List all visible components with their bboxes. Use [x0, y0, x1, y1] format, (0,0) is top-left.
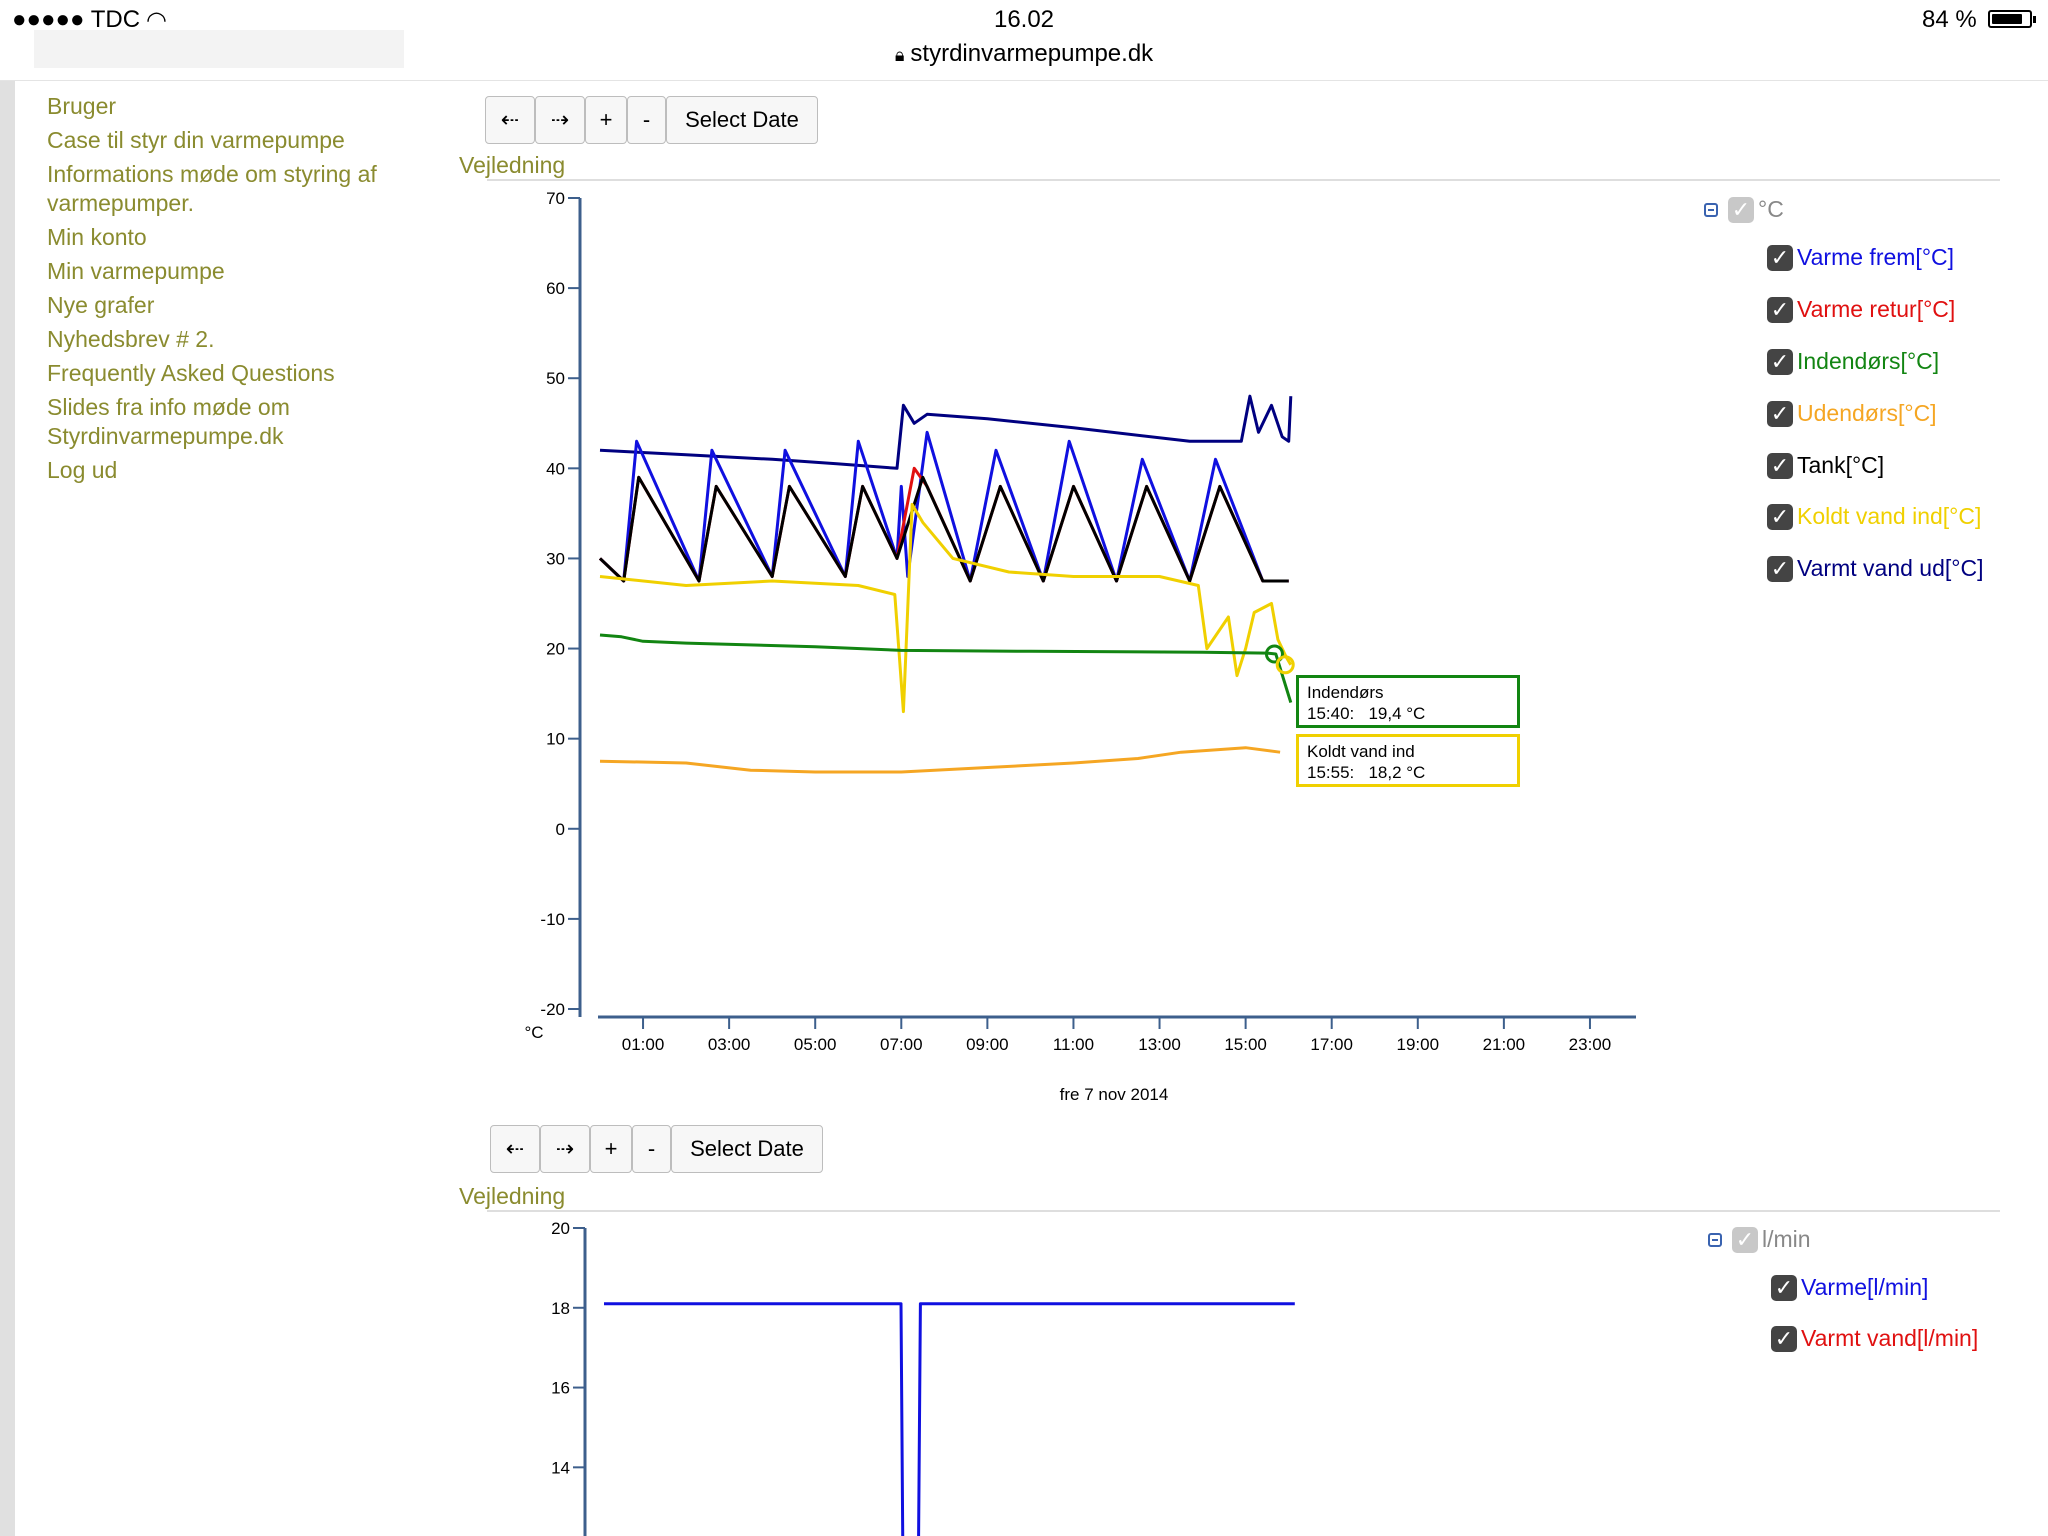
y-tick-label: -20	[540, 1000, 565, 1019]
legend-label: Koldt vand ind[°C]	[1797, 503, 1982, 529]
browser-status-bar: ●●●●● TDC ◠ 16.02 🔒︎ styrdinvarmepumpe.dk…	[0, 0, 2048, 81]
legend-item-varmt-vand-ud[interactable]: ✓ Varmt vand ud[°C]	[1767, 555, 1983, 582]
y-tick-label-2: 20	[551, 1219, 570, 1238]
y-tick-label-2: 16	[551, 1379, 570, 1398]
select-date-button-2[interactable]: Select Date	[671, 1125, 823, 1173]
x-axis-label: fre 7 nov 2014	[1060, 1085, 1169, 1104]
zoom-in-button-2[interactable]: +	[590, 1125, 632, 1173]
legend-item-varme-lmin[interactable]: ✓ Varme[l/min]	[1771, 1274, 1928, 1301]
zoom-out-button-2[interactable]: -	[632, 1125, 671, 1173]
series-line-udendørs-c	[599, 746, 1281, 774]
legend-item-varme-retur[interactable]: ✓ Varme retur[°C]	[1767, 296, 1955, 323]
collapse-icon[interactable]	[1708, 1232, 1722, 1247]
battery-percentage: 84 %	[1922, 6, 1977, 33]
y-tick-label: 10	[546, 730, 565, 749]
legend-label: Indendørs[°C]	[1797, 348, 1940, 374]
checkbox-icon[interactable]: ✓	[1767, 452, 1793, 479]
legend-label: Varme retur[°C]	[1797, 296, 1956, 322]
y-tick-label: -10	[540, 910, 565, 929]
legend-group-label: °C	[1758, 196, 1784, 222]
next-period-button-2[interactable]: ⇢	[540, 1125, 590, 1173]
tooltip-value: 18,2 °C	[1368, 763, 1426, 782]
checkbox-icon[interactable]: ✓	[1728, 196, 1754, 223]
tooltip-title: Indendørs	[1307, 683, 1384, 702]
y-tick-label-2: 18	[551, 1299, 570, 1318]
series-line-varmt-vand-ud-c	[599, 394, 1293, 470]
lock-icon: 🔒︎	[894, 45, 905, 65]
legend-item-tank[interactable]: ✓ Tank[°C]	[1767, 452, 1884, 479]
legend-item-indendors[interactable]: ✓ Indendørs[°C]	[1767, 348, 1939, 375]
y-axis-label: °C	[524, 1023, 543, 1042]
series-line-varme-l-min	[604, 1302, 1295, 1536]
checkbox-icon[interactable]: ✓	[1767, 348, 1793, 375]
legend-label: Udendørs[°C]	[1797, 400, 1937, 426]
temperature-chart: 706050403020100-10-20°C01:00 03:00 05:00 07…	[524, 189, 1636, 1536]
y-tick-label-2: 14	[551, 1458, 570, 1477]
battery-nub	[2033, 16, 2036, 23]
url-text: styrdinvarmepumpe.dk	[910, 40, 1154, 67]
y-tick-label: 60	[546, 279, 565, 298]
checkbox-icon[interactable]: ✓	[1767, 503, 1793, 530]
legend-label: Varme frem[°C]	[1797, 244, 1955, 270]
series-line-indendørs-c	[599, 633, 1293, 704]
x-tick-label: 03:00	[708, 1035, 751, 1054]
legend-label: Varme[l/min]	[1801, 1274, 1929, 1300]
y-tick-label: 30	[546, 549, 565, 568]
legend-label: Tank[°C]	[1797, 452, 1885, 478]
x-tick-label: 09:00	[966, 1035, 1009, 1054]
tooltip-value: 19,4 °C	[1368, 704, 1426, 723]
battery-fill	[1992, 14, 2023, 24]
clock: 16.02	[993, 6, 1055, 33]
legend-item-varmt-vand-lmin[interactable]: ✓ Varmt vand[l/min]	[1771, 1325, 1978, 1352]
x-tick-label: 19:00	[1397, 1035, 1440, 1054]
legend-label: Varmt vand ud[°C]	[1797, 555, 1984, 581]
x-tick-label: 01:00	[622, 1035, 665, 1054]
prev-period-button-2[interactable]: ⇠	[490, 1125, 540, 1173]
checkbox-icon[interactable]: ✓	[1767, 296, 1793, 323]
y-tick-label: 70	[546, 189, 565, 208]
legend-group-celsius[interactable]: ✓ °C	[1704, 196, 1784, 223]
legend-group-lmin[interactable]: ✓ l/min	[1708, 1226, 1811, 1253]
checkbox-icon[interactable]: ✓	[1732, 1226, 1758, 1253]
legend-item-udendors[interactable]: ✓ Udendørs[°C]	[1767, 400, 1937, 427]
x-tick-label: 17:00	[1310, 1035, 1353, 1054]
x-tick-label: 15:00	[1224, 1035, 1267, 1054]
tooltip-title: Koldt vand ind	[1307, 742, 1415, 761]
tooltip-koldt-vand-ind: Koldt vand ind 15:55: 18,2 °C	[1296, 734, 1520, 787]
legend-item-varme-frem[interactable]: ✓ Varme frem[°C]	[1767, 244, 1954, 271]
collapse-icon[interactable]	[1704, 202, 1718, 217]
legend-group-label: l/min	[1762, 1226, 1811, 1252]
x-tick-label: 07:00	[880, 1035, 923, 1054]
legend-label: Varmt vand[l/min]	[1801, 1325, 1979, 1351]
x-tick-label: 23:00	[1569, 1035, 1612, 1054]
x-tick-label: 05:00	[794, 1035, 837, 1054]
tooltip-indendors: Indendørs 15:40: 19,4 °C	[1296, 675, 1520, 728]
checkbox-icon[interactable]: ✓	[1771, 1274, 1797, 1301]
legend-item-koldt-vand-ind[interactable]: ✓ Koldt vand ind[°C]	[1767, 503, 1981, 530]
x-tick-label: 13:00	[1138, 1035, 1181, 1054]
address-bar[interactable]: 🔒︎ styrdinvarmepumpe.dk	[0, 40, 2048, 68]
y-tick-label: 0	[556, 820, 565, 839]
tooltip-time: 15:55:	[1307, 763, 1355, 782]
y-tick-label: 50	[546, 369, 565, 388]
vejledning-link-2[interactable]: Vejledning	[459, 1183, 565, 1210]
battery-icon	[1988, 10, 2036, 28]
chart-divider-2	[487, 1210, 2000, 1212]
x-tick-label: 21:00	[1483, 1035, 1526, 1054]
y-tick-label: 40	[546, 459, 565, 478]
checkbox-icon[interactable]: ✓	[1767, 244, 1793, 271]
tooltip-time: 15:40:	[1307, 704, 1355, 723]
checkbox-icon[interactable]: ✓	[1771, 1325, 1797, 1352]
y-tick-label: 20	[546, 640, 565, 659]
checkbox-icon[interactable]: ✓	[1767, 555, 1793, 582]
checkbox-icon[interactable]: ✓	[1767, 400, 1793, 427]
x-tick-label: 11:00	[1053, 1035, 1094, 1054]
